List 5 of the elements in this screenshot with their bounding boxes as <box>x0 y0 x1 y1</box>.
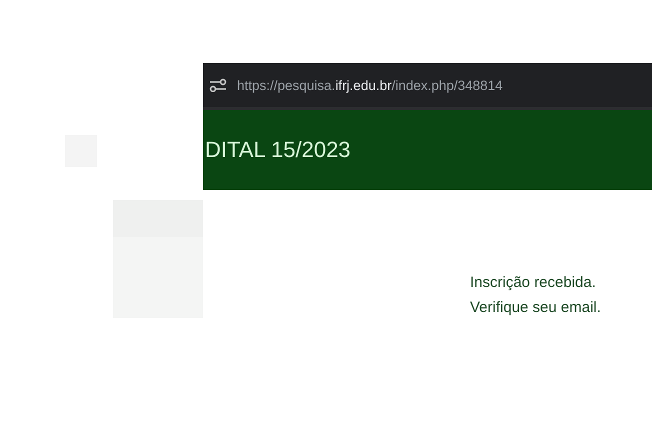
confirmation-message: Inscrição recebida. <box>470 273 597 293</box>
url-text[interactable]: https://pesquisa.ifrj.edu.br/index.php/348814 <box>237 78 503 92</box>
header-title: DITAL 15/2023 <box>205 137 351 163</box>
site-settings-icon[interactable] <box>209 78 227 92</box>
confirmation-message: Verifique seu email. <box>470 298 602 318</box>
